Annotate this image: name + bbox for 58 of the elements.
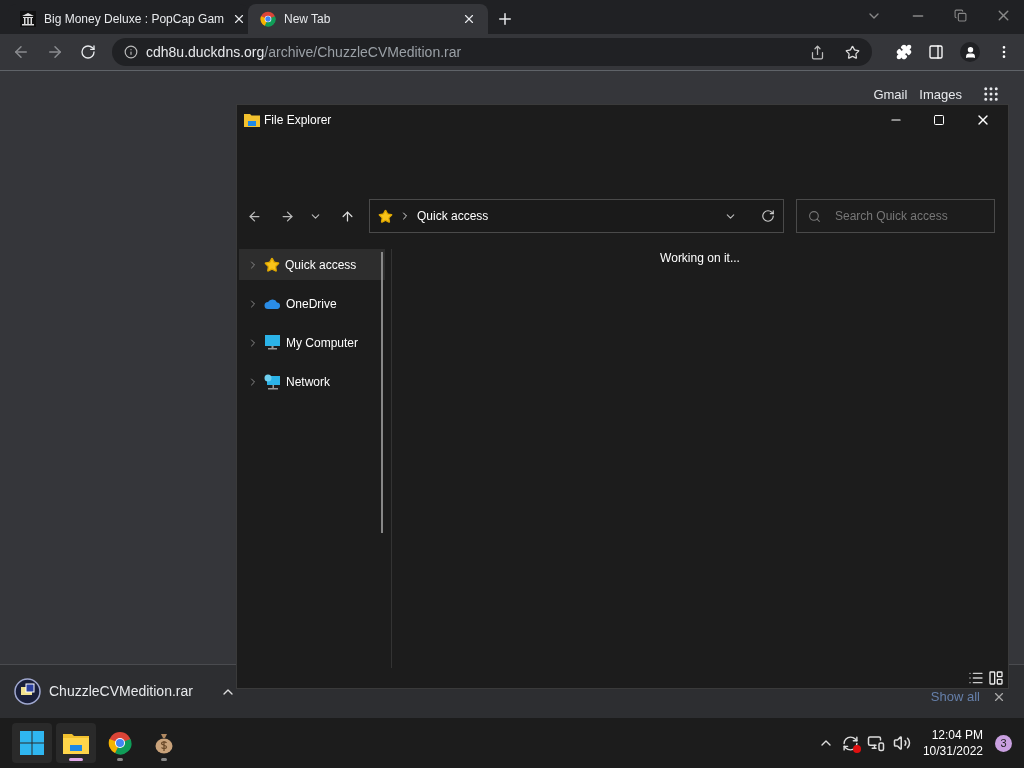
search-icon — [808, 210, 821, 223]
sync-icon[interactable] — [841, 734, 859, 752]
browser-tab[interactable]: New Tab — [248, 4, 488, 34]
side-panel-icon[interactable] — [928, 44, 944, 60]
status-text: Working on it... — [660, 250, 740, 267]
profile-avatar[interactable] — [960, 42, 980, 62]
money-bag-icon — [154, 732, 174, 754]
url-text: cdh8u.duckdns.org/archive/ChuzzleCVMedition.rar — [146, 42, 463, 62]
nav-item[interactable]: Network — [239, 366, 385, 397]
maximize-icon[interactable] — [933, 114, 945, 126]
chrome-icon — [260, 11, 276, 27]
up-icon[interactable] — [340, 208, 355, 224]
volume-icon[interactable] — [892, 734, 911, 752]
cloud-icon — [264, 297, 281, 310]
taskbar-app[interactable] — [12, 723, 52, 763]
nav-item[interactable]: Quick access — [239, 249, 385, 280]
forward-icon[interactable] — [280, 208, 295, 224]
star-icon — [264, 256, 280, 273]
chrome-icon — [108, 731, 132, 755]
restore-icon[interactable] — [954, 9, 967, 22]
tab-title: New Tab — [284, 11, 332, 28]
location-text: Quick access — [417, 208, 490, 225]
page-link[interactable]: Gmail — [873, 85, 908, 105]
network-icon — [264, 373, 281, 390]
info-icon[interactable] — [124, 45, 138, 59]
share-icon[interactable] — [810, 44, 825, 60]
extensions-icon[interactable] — [896, 44, 912, 60]
notification-badge[interactable]: 3 — [995, 734, 1012, 752]
clock-time[interactable]: 12:04 PM — [931, 727, 983, 743]
bookmark-star-icon[interactable] — [845, 44, 860, 60]
taskbar-app[interactable] — [56, 723, 96, 763]
network-icon[interactable] — [866, 734, 885, 752]
address-bar[interactable]: cdh8u.duckdns.org/archive/ChuzzleCVMedition.rar — [112, 38, 872, 66]
windows-logo-icon — [20, 731, 44, 755]
clock-date[interactable]: 10/31/2022 — [922, 743, 983, 759]
nav-item[interactable]: My Computer — [239, 327, 385, 358]
star-icon — [378, 208, 393, 224]
refresh-icon[interactable] — [761, 209, 775, 223]
address-bar[interactable]: Quick access — [369, 199, 784, 233]
folder-icon — [244, 113, 260, 127]
tab-title: Big Money Deluxe : PopCap Gam — [44, 11, 225, 28]
window-title: File Explorer — [264, 112, 332, 129]
close-icon[interactable] — [462, 12, 476, 26]
search-field[interactable]: Search Quick access — [796, 199, 995, 233]
tiles-view-icon[interactable] — [988, 670, 1004, 686]
monitor-icon — [264, 334, 281, 351]
back-icon[interactable] — [247, 208, 262, 224]
new-tab-icon[interactable] — [496, 10, 514, 28]
download-filename: ChuzzleCVMedition.rar — [49, 682, 194, 701]
building-icon — [20, 11, 36, 27]
page-link[interactable]: Images — [919, 85, 962, 105]
folder-icon — [63, 732, 89, 754]
nav-item[interactable]: OneDrive — [239, 288, 385, 319]
reload-icon[interactable] — [80, 44, 96, 60]
archive-file-icon — [14, 678, 41, 705]
apps-grid-icon[interactable] — [982, 85, 1000, 103]
download-item[interactable]: ChuzzleCVMedition.rar — [14, 678, 236, 705]
details-view-icon[interactable] — [968, 670, 984, 686]
